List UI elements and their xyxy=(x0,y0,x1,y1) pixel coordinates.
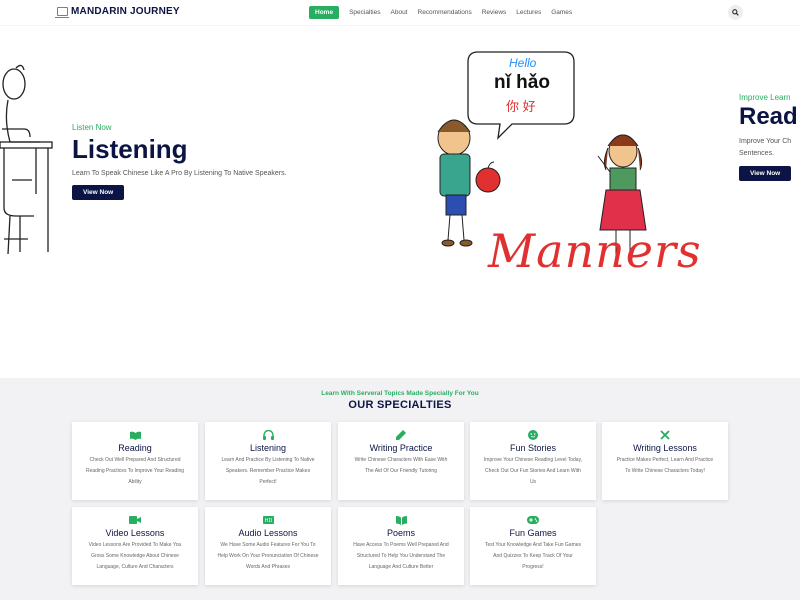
hero-title: Read xyxy=(739,103,798,130)
nav-home[interactable]: Home xyxy=(309,6,340,19)
specialty-card-poems[interactable]: Poems Have Access To Poems Well Prepared… xyxy=(338,507,464,585)
card-title: Writing Lessons xyxy=(633,443,697,453)
svg-text:HD: HD xyxy=(264,518,272,524)
site-logo[interactable]: MANDARIN JOURNEY xyxy=(55,6,180,18)
search-button[interactable] xyxy=(728,5,743,20)
specialty-card-writing-practice[interactable]: Writing Practice Write Chinese Character… xyxy=(338,422,464,500)
card-title: Fun Stories xyxy=(509,443,557,453)
card-description: Test Your Knowledge And Take Fun Games A… xyxy=(484,542,582,570)
card-description: Write Chinese Characters With Ease With … xyxy=(354,457,448,474)
view-now-button[interactable]: View Now xyxy=(739,166,792,181)
hero-slide-reading: Improve Learn Read Improve Your Ch Sente… xyxy=(739,93,800,181)
pencil-icon xyxy=(338,430,464,440)
card-title: Audio Lessons xyxy=(238,528,298,538)
specialty-card-video-lessons[interactable]: Video Lessons Video Lessons Are Provided… xyxy=(72,507,198,585)
site-logo-text: MANDARIN JOURNEY xyxy=(71,6,180,17)
specialty-card-fun-stories[interactable]: Fun Stories Improve Your Chinese Reading… xyxy=(470,422,596,500)
main-nav: Home Specialties About Recommendations R… xyxy=(309,6,572,19)
specialty-card-audio-lessons[interactable]: HD Audio Lessons We Have Some Audio Feat… xyxy=(205,507,331,585)
view-now-button[interactable]: View Now xyxy=(72,185,125,200)
card-title: Video Lessons xyxy=(105,528,165,538)
hero-slider: Listen Now Listening Learn To Speak Chin… xyxy=(0,26,800,378)
specialties-section: Learn With Serveral Topics Made Speciall… xyxy=(0,378,800,600)
girl-studying-illustration xyxy=(0,64,53,255)
specialties-title: OUR SPECIALTIES xyxy=(348,399,452,411)
nav-reviews[interactable]: Reviews xyxy=(482,6,507,19)
book-open-icon xyxy=(72,430,198,440)
card-description: Improve Your Chinese Reading Level Today… xyxy=(483,457,583,485)
search-icon xyxy=(732,9,739,16)
card-title: Writing Practice xyxy=(369,443,433,453)
specialty-card-reading[interactable]: Reading Check Out Well Prepared And Stru… xyxy=(72,422,198,500)
specialty-card-writing-lessons[interactable]: Writing Lessons Practice Makes Perfect, … xyxy=(602,422,728,500)
card-title: Listening xyxy=(249,443,287,453)
tools-icon xyxy=(602,430,728,440)
card-description: We Have Some Audio Features For You To H… xyxy=(217,542,319,570)
hero-slide-listening: Listen Now Listening Learn To Speak Chin… xyxy=(72,123,287,200)
specialties-subtitle: Learn With Serveral Topics Made Speciall… xyxy=(321,390,479,397)
headphones-icon xyxy=(205,430,331,440)
specialty-card-fun-games[interactable]: Fun Games Test Your Knowledge And Take F… xyxy=(470,507,596,585)
video-icon xyxy=(72,515,198,525)
audio-icon: HD xyxy=(205,515,331,525)
specialty-card-listening[interactable]: Listening Learn And Practice By Listenin… xyxy=(205,422,331,500)
card-title: Poems xyxy=(386,528,415,538)
top-nav-bar: MANDARIN JOURNEY Home Specialties About … xyxy=(0,0,800,25)
book-icon xyxy=(338,515,464,525)
smile-icon xyxy=(470,430,596,440)
hero-subtitle: Listen Now xyxy=(72,123,112,132)
gamepad-icon xyxy=(470,515,596,525)
hero-description: Learn To Speak Chinese Like A Pro By Lis… xyxy=(72,170,287,177)
card-description: Have Access To Poems Well Prepared And S… xyxy=(353,542,449,570)
nav-about[interactable]: About xyxy=(391,6,408,19)
hero-description-line2: Sentences. xyxy=(739,150,775,157)
card-description: Check Out Well Prepared And Structured R… xyxy=(85,457,185,485)
card-description: Learn And Practice By Listening To Nativ… xyxy=(221,457,315,485)
card-description: Video Lessons Are Provided To Make You G… xyxy=(88,542,182,570)
nav-specialties[interactable]: Specialties xyxy=(349,6,380,19)
nav-lectures[interactable]: Lectures xyxy=(516,6,541,19)
nav-recommendations[interactable]: Recommendations xyxy=(418,6,472,19)
hero-description-line1: Improve Your Ch xyxy=(739,138,792,145)
hero-title: Listening xyxy=(72,134,188,164)
bubble-pinyin-text: nǐ hǎo xyxy=(494,72,550,93)
bubble-hanzi-text: 你 好 xyxy=(506,99,536,114)
bubble-hello-text: Hello xyxy=(509,56,537,70)
laptop-icon xyxy=(55,7,69,18)
card-title: Reading xyxy=(118,443,152,453)
nav-games[interactable]: Games xyxy=(551,6,572,19)
card-description: Practice Makes Perfect, Learn And Practi… xyxy=(616,457,714,474)
hero-subtitle: Improve Learn xyxy=(739,93,791,102)
manners-caption: Manners xyxy=(488,224,702,278)
card-title: Fun Games xyxy=(509,528,557,538)
